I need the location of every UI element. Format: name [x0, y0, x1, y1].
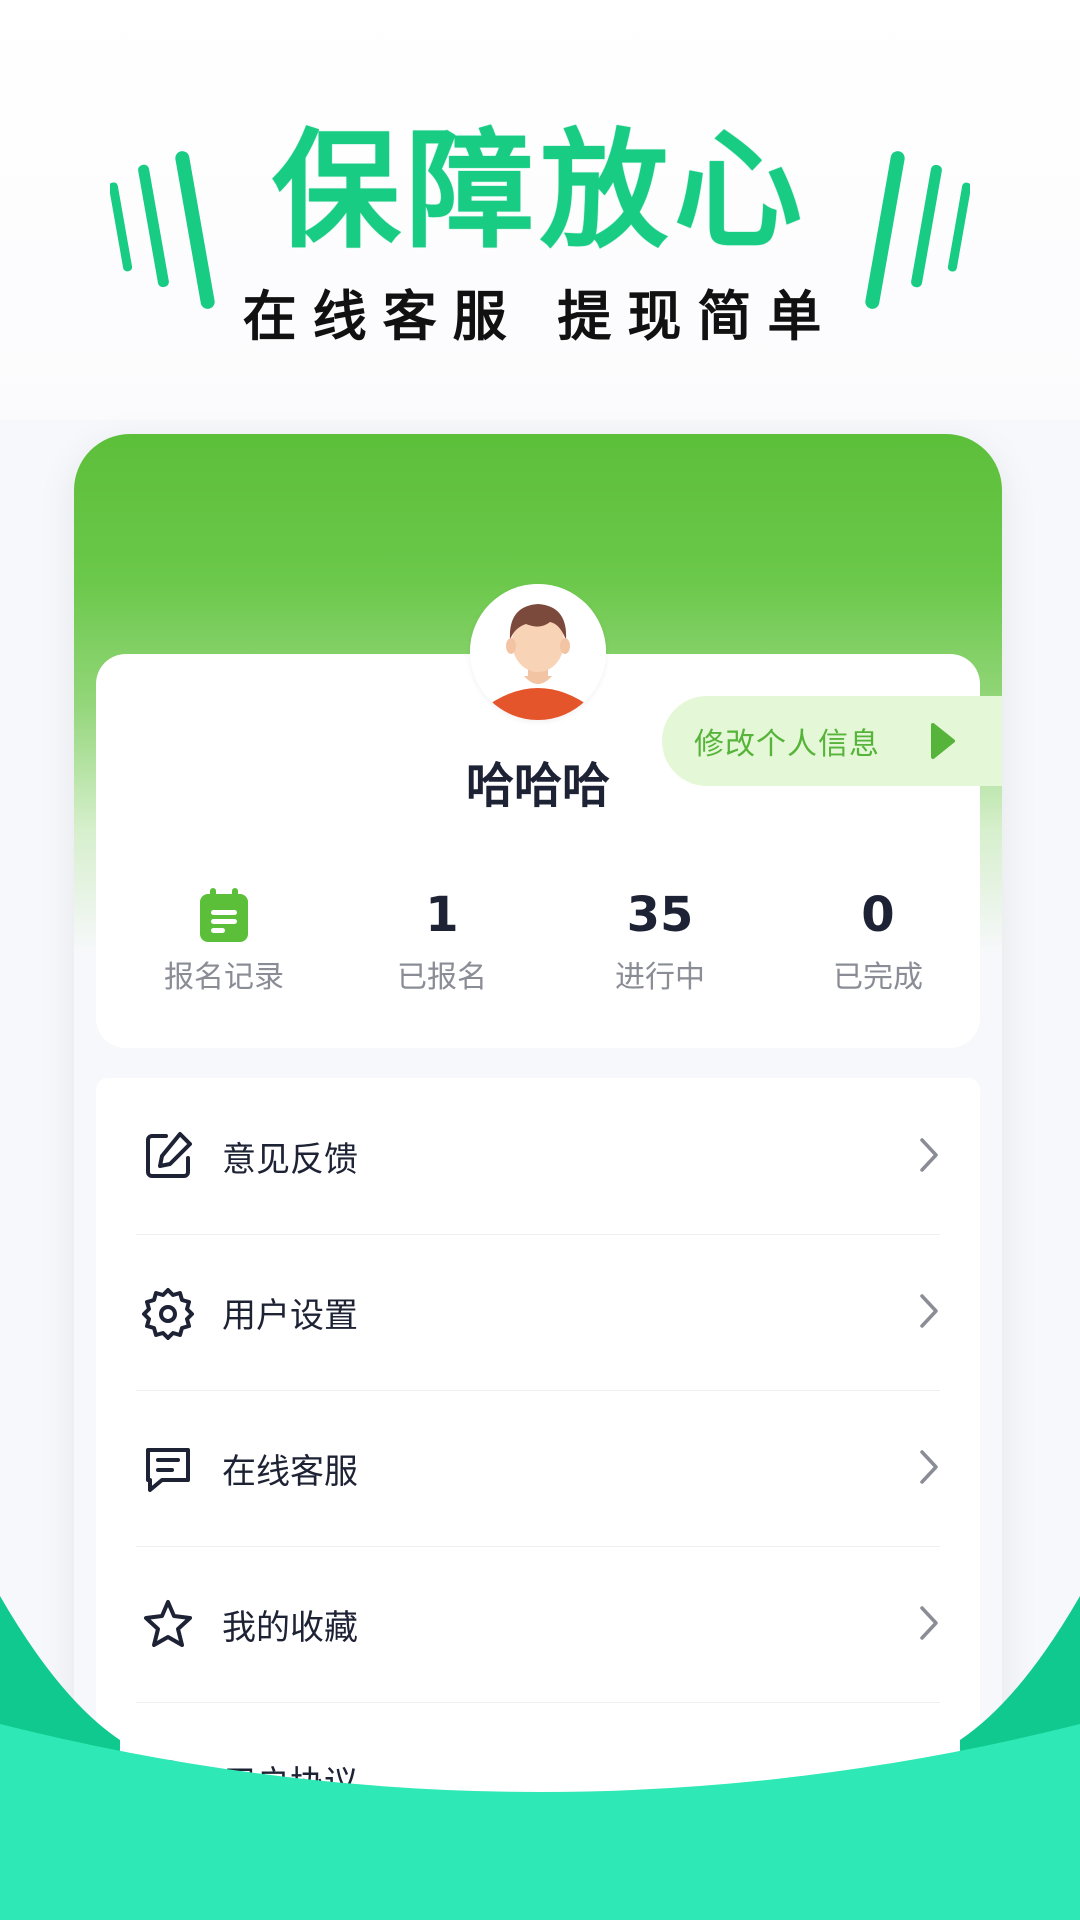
menu-item-user-settings[interactable]: 用户设置 [136, 1234, 940, 1391]
menu-item-label: 在线客服 [222, 1451, 358, 1492]
chevron-right-icon [920, 1450, 938, 1484]
stat-signup-records[interactable]: 报名记录 [124, 886, 324, 996]
stat-label: 报名记录 [164, 960, 284, 995]
menu-item-label: 意见反馈 [222, 1139, 358, 1180]
stat-label: 进行中 [615, 960, 705, 995]
avatar-person-icon [470, 584, 606, 720]
stat-completed[interactable]: 0 已完成 [778, 886, 978, 996]
bottom-wave-decoration [0, 1596, 1080, 1920]
stat-in-progress[interactable]: 35 进行中 [560, 886, 760, 996]
stats-row: 报名记录 1 已报名 35 进行中 0 已完成 [96, 886, 980, 1006]
menu-item-online-support[interactable]: 在线客服 [136, 1390, 940, 1547]
menu-item-feedback[interactable]: 意见反馈 [136, 1078, 940, 1235]
promo-banner: 保障放心 在线客服 提现简单 [0, 0, 1080, 420]
stat-registered[interactable]: 1 已报名 [342, 886, 542, 996]
stat-label: 已报名 [397, 960, 487, 995]
edit-icon [146, 1132, 192, 1178]
edit-profile-button[interactable]: 修改个人信息 [662, 696, 1002, 786]
subheadline: 在线客服 提现简单 [242, 285, 838, 348]
menu-item-label: 用户设置 [222, 1295, 358, 1336]
stat-value: 35 [626, 887, 694, 943]
chevron-right-icon [920, 1138, 938, 1172]
gear-icon [142, 1288, 194, 1340]
play-arrow-icon [931, 723, 955, 759]
chevron-right-icon [920, 1294, 938, 1328]
clipboard-icon [200, 888, 248, 942]
chat-icon [146, 1448, 190, 1492]
stat-label: 已完成 [833, 960, 923, 995]
stat-value: 1 [425, 887, 459, 943]
avatar[interactable] [470, 584, 606, 720]
edit-profile-label: 修改个人信息 [694, 727, 880, 762]
stat-value: 0 [861, 887, 895, 943]
